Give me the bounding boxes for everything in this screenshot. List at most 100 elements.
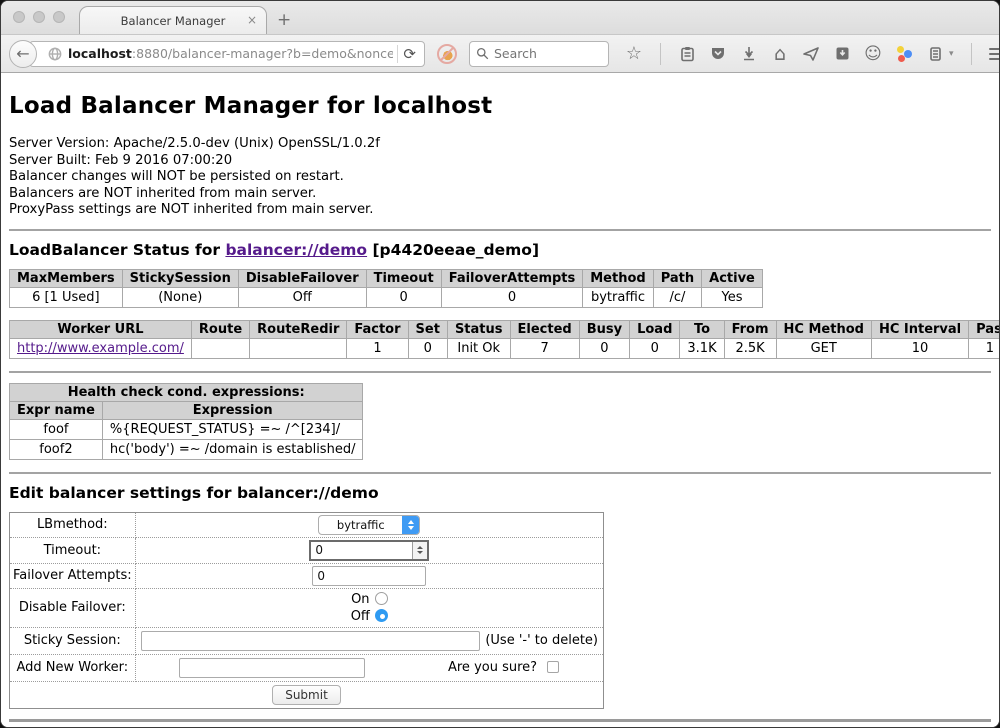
toolbar-divider <box>660 43 661 65</box>
search-input[interactable] <box>494 46 602 61</box>
column-header: Status <box>447 320 510 338</box>
column-header: Route <box>191 320 249 338</box>
close-window-button[interactable] <box>13 11 25 23</box>
server-version-line: Server Version: Apache/2.5.0-dev (Unix) … <box>9 136 991 153</box>
expr-name-cell: foof <box>10 419 103 439</box>
stickysession-value: (None) <box>122 287 238 307</box>
column-header: RouteRedir <box>250 320 347 338</box>
on-radio-button[interactable] <box>375 592 388 605</box>
divider <box>9 229 991 231</box>
url-text[interactable]: localhost:8880/balancer-manager?b=demo&n… <box>68 46 393 61</box>
column-header: Path <box>653 269 701 287</box>
menu-icon[interactable] <box>989 48 1000 60</box>
toolbar-divider <box>971 43 972 65</box>
browser-tab[interactable]: Balancer Manager × <box>79 6 267 34</box>
search-bar[interactable] <box>469 41 609 67</box>
disable-failover-row: Disable Failover: On Off <box>10 588 604 627</box>
send-icon[interactable] <box>802 45 820 63</box>
minimize-window-button[interactable] <box>33 11 45 23</box>
column-header: DisableFailover <box>238 269 366 287</box>
download-icon[interactable] <box>740 45 758 63</box>
arrow-down-box-icon[interactable] <box>833 45 851 63</box>
status-heading-prefix: LoadBalancer Status for <box>9 241 225 259</box>
status-cell: Init Ok <box>447 338 510 358</box>
off-radio-button[interactable] <box>375 609 388 622</box>
failover-attempts-input[interactable] <box>312 566 426 586</box>
bottom-divider <box>9 719 991 722</box>
elected-cell: 7 <box>510 338 579 358</box>
off-label: Off <box>351 609 370 624</box>
chevron-down-icon[interactable]: ▾ <box>949 49 954 59</box>
edit-settings-heading: Edit balancer settings for balancer://de… <box>9 484 991 502</box>
are-you-sure-group: Are you sure? <box>448 660 559 675</box>
load-cell: 0 <box>630 338 680 358</box>
toolbar-icons: ☆ ⌂ ☺ ▾ <box>625 43 1000 65</box>
bookmark-star-icon[interactable]: ☆ <box>625 45 643 63</box>
expr-row: foof %{REQUEST_STATUS} =~ /^[234]/ <box>10 419 363 439</box>
zoom-window-button[interactable] <box>53 11 65 23</box>
column-header: Worker URL <box>10 320 192 338</box>
loadbalancer-status-heading: LoadBalancer Status for balancer://demo … <box>9 241 991 259</box>
server-info: Server Version: Apache/2.5.0-dev (Unix) … <box>9 136 991 219</box>
content-blocker-icon[interactable] <box>437 44 457 64</box>
passes-cell: 1 (0) <box>969 338 999 358</box>
timeout-input[interactable]: 0 <box>309 540 429 561</box>
new-tab-button[interactable]: + <box>277 10 291 30</box>
on-label: On <box>351 592 369 607</box>
sticky-session-input[interactable] <box>141 631 481 651</box>
route-cell <box>191 338 249 358</box>
worker-url-link[interactable]: http://www.example.com/ <box>17 341 184 356</box>
failover-field-cell <box>135 563 603 588</box>
timeout-value: 0 <box>366 287 441 307</box>
colorful-dots-icon[interactable] <box>895 45 913 63</box>
disable-failover-field-cell: On Off <box>135 588 603 627</box>
sticky-session-note: (Use '-' to delete) <box>485 633 598 648</box>
clipboard-icon[interactable] <box>678 45 696 63</box>
set-cell: 0 <box>408 338 447 358</box>
expr-row: foof2 hc('body') =~ /domain is establish… <box>10 439 363 459</box>
column-header: Busy <box>579 320 629 338</box>
submit-button[interactable]: Submit <box>272 685 341 705</box>
balancer-status-table: MaxMembers StickySession DisableFailover… <box>9 269 763 308</box>
reload-icon[interactable]: ⟳ <box>401 45 424 63</box>
worker-table: Worker URL Route RouteRedir Factor Set S… <box>9 320 999 359</box>
column-header: To <box>680 320 724 338</box>
column-header: Expression <box>102 401 363 419</box>
proxypass-notice-line: ProxyPass settings are NOT inherited fro… <box>9 202 991 219</box>
column-header: FailoverAttempts <box>441 269 583 287</box>
back-button[interactable]: ← <box>9 40 37 68</box>
url-path: :8880/balancer-manager?b=demo&nonce=decc… <box>132 46 393 61</box>
home-icon[interactable]: ⌂ <box>771 45 789 63</box>
timeout-label: Timeout: <box>10 537 136 563</box>
lbmethod-select[interactable]: bytraffic <box>318 515 420 535</box>
health-check-table: Health check cond. expressions: Expr nam… <box>9 383 363 460</box>
add-worker-input[interactable] <box>179 658 365 678</box>
balancer-demo-link[interactable]: balancer://demo <box>225 241 367 259</box>
search-icon <box>476 47 489 60</box>
column-header: Active <box>702 269 763 287</box>
navigation-toolbar: ← localhost:8880/balancer-manager?b=demo… <box>1 34 999 73</box>
balancers-notice-line: Balancers are NOT inherited from main se… <box>9 186 991 203</box>
column-header: StickySession <box>122 269 238 287</box>
feedback-smiley-icon[interactable]: ☺ <box>864 45 882 63</box>
active-value: Yes <box>702 287 763 307</box>
are-you-sure-checkbox[interactable] <box>547 661 559 673</box>
window-controls <box>13 11 65 23</box>
failover-attempts-row: Failover Attempts: <box>10 563 604 588</box>
table-title-row: Health check cond. expressions: <box>10 383 363 401</box>
add-worker-field-cell: Are you sure? <box>135 654 603 681</box>
health-table-title: Health check cond. expressions: <box>10 383 363 401</box>
column-header: Load <box>630 320 680 338</box>
submit-cell: Submit <box>10 681 604 708</box>
divider <box>9 472 991 474</box>
failover-attempts-label: Failover Attempts: <box>10 563 136 588</box>
column-header: Timeout <box>366 269 441 287</box>
add-worker-row: Add New Worker: Are you sure? <box>10 654 604 681</box>
url-bar[interactable]: localhost:8880/balancer-manager?b=demo&n… <box>29 41 425 67</box>
number-spinner-icon[interactable] <box>412 542 427 559</box>
routeredir-cell <box>250 338 347 358</box>
column-header: Elected <box>510 320 579 338</box>
pocket-icon[interactable] <box>709 45 727 63</box>
tab-close-icon[interactable]: × <box>247 13 257 27</box>
extension-panel-icon[interactable] <box>926 45 944 63</box>
